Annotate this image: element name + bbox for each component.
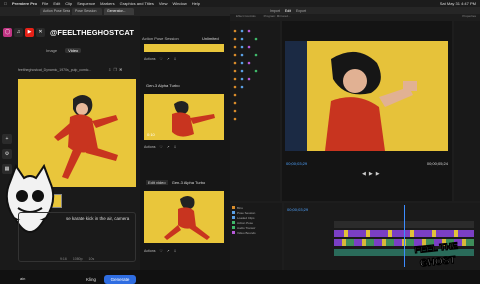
unlimited-badge[interactable]: Unlimited [202,36,219,41]
actions-row: Actions ♡ ↗ ⇩ [144,54,224,63]
browser-tab[interactable]: Action Pose Session [40,8,70,15]
tiktok-icon: ♫ [14,27,23,37]
program-tab[interactable]: Program: Mirrored... [264,14,291,20]
project-item[interactable]: Video Bounds [232,230,280,235]
clock: Sat May 31 4:47 PM [439,1,476,6]
karate-pose-thumbnail [144,94,224,140]
svg-text:FEEL THE: FEEL THE [414,241,458,255]
menu-edit[interactable]: Edit [53,1,60,6]
generated-video-card[interactable] [144,191,224,243]
play-icon[interactable]: ▶ [369,171,376,177]
menu-app[interactable]: Premiere Pro [12,1,37,6]
model-selector[interactable]: Kling [86,277,96,282]
properties-tab[interactable]: Properties [462,14,476,20]
transport-controls: ◀▶▶ [362,171,383,177]
session-image-top[interactable] [144,44,224,52]
generated-video-card[interactable]: 0:10 [144,94,224,140]
browser-tab[interactable]: Pose Session [72,8,102,15]
actions-row: Actions ♡ ↗ ⇩ [144,142,224,151]
filename-label: feeltheghostcat_Dynamic_1970s_pulp_comic… [18,68,92,72]
step-forward-icon[interactable]: ▶ [376,171,383,177]
menu-sequence[interactable]: Sequence [77,1,95,6]
menu-view[interactable]: View [159,1,168,6]
download-icon[interactable]: ⇩ [174,249,177,253]
actions-row: Actions ♡ ↗ ⇩ [144,246,224,255]
panel-tabs: Effect Controls Program: Mirrored... Pro… [230,14,480,20]
timeline-timecode: 00;00;03;29 [287,207,309,212]
actions-label[interactable]: Actions [144,57,155,61]
prompt-option[interactable]: 1080p [73,257,83,261]
tab-edit[interactable]: Edit [285,9,291,13]
share-icon[interactable]: ↗ [167,249,170,253]
prompt-options: 9:16 1080p 10s [60,257,94,261]
file-action-icons: ⇩❐✖ [108,67,124,72]
youtube-icon: ▶ [25,27,34,37]
heart-icon[interactable]: ♡ [159,249,162,253]
properties-panel [454,21,480,201]
menu-graphics[interactable]: Graphics and Titles [120,1,154,6]
menu-markers[interactable]: Markers [100,1,114,6]
card-model-label: Edit video Gen-3 Alpha Turbo [146,180,205,185]
browser-tab-active[interactable]: Generator... [104,8,134,15]
card-model-label: Gen-3 Alpha Turbo [146,83,180,88]
project-panel: Bins Pose Session Loaded Clips Action Po… [230,203,282,270]
time-overlay: 0:10 [147,132,155,137]
edit-video-label[interactable]: Edit video [146,180,168,185]
apple-icon[interactable]:  [4,1,7,6]
generate-label: Generate [110,277,130,282]
prompt-label: ain [20,276,26,281]
program-monitor: 00;00;03;29 00;00;05;24 ◀▶▶ [282,21,452,201]
svg-text:GHOST: GHOST [419,255,456,269]
effect-rows [233,29,258,121]
browser-tabbar: Action Pose Session Pose Session Generat… [0,7,230,16]
mac-menubar:  Premiere Pro File Edit Clip Sequence M… [0,0,480,7]
image-video-toggle: Image Video [46,48,82,53]
model-label: Gen-3 Alpha Turbo [171,180,206,185]
karate-kick-thumbnail [144,191,224,243]
actions-label[interactable]: Actions [144,145,155,149]
prompt-option[interactable]: 10s [89,257,95,261]
social-handle: @FEELTHEGHOSTCAT [50,27,135,37]
menu-file[interactable]: File [42,1,48,6]
download-icon[interactable]: ⇩ [174,145,177,149]
effects-tab[interactable]: Effect Controls [236,14,256,20]
add-icon[interactable]: + [2,134,12,144]
heart-icon[interactable]: ♡ [159,145,162,149]
delete-icon[interactable]: ✖ [119,67,124,72]
step-back-icon[interactable]: ◀ [362,171,369,177]
x-icon: ✕ [36,27,45,37]
generate-button[interactable]: Generate [104,275,136,284]
prompt-option[interactable]: 9:16 [60,257,67,261]
program-timecode: 00;00;03;29 [286,161,308,166]
share-icon[interactable]: ↗ [167,57,170,61]
instagram-icon: ◯ [3,27,12,37]
tab-import[interactable]: Import [270,9,280,13]
settings-icon[interactable]: ⚙ [2,149,12,159]
graffiti-logo: FEEL THE GHOST [413,240,458,269]
heart-icon[interactable]: ♡ [159,57,162,61]
program-frame [285,41,448,151]
prompt-text[interactable]: se karate kick in the air, camera [66,216,129,221]
session-column: Action Pose Session Unlimited Actions ♡ … [140,16,230,270]
session-title: Action Pose Session [142,36,179,41]
menu-clip[interactable]: Clip [65,1,72,6]
toggle-image[interactable]: Image [46,48,57,53]
generation-panel: ◯ ♫ ▶ ✕ @FEELTHEGHOSTCAT Image Video fee… [0,16,140,284]
social-handle-bar: ◯ ♫ ▶ ✕ @FEELTHEGHOSTCAT [0,25,140,39]
playhead[interactable] [404,205,405,267]
premiere-header: Import Edit Export [230,7,480,14]
tab-export[interactable]: Export [296,9,306,13]
download-icon[interactable]: ⇩ [174,57,177,61]
program-duration: 00;00;05;24 [426,161,448,166]
menu-help[interactable]: Help [192,1,200,6]
effect-controls-panel [230,21,280,201]
menu-window[interactable]: Window [172,1,186,6]
share-icon[interactable]: ↗ [167,145,170,149]
toggle-video[interactable]: Video [65,48,82,53]
actions-label[interactable]: Actions [144,249,155,253]
program-preview[interactable] [285,41,448,151]
premiere-window: Import Edit Export Effect Controls Progr… [230,7,480,270]
